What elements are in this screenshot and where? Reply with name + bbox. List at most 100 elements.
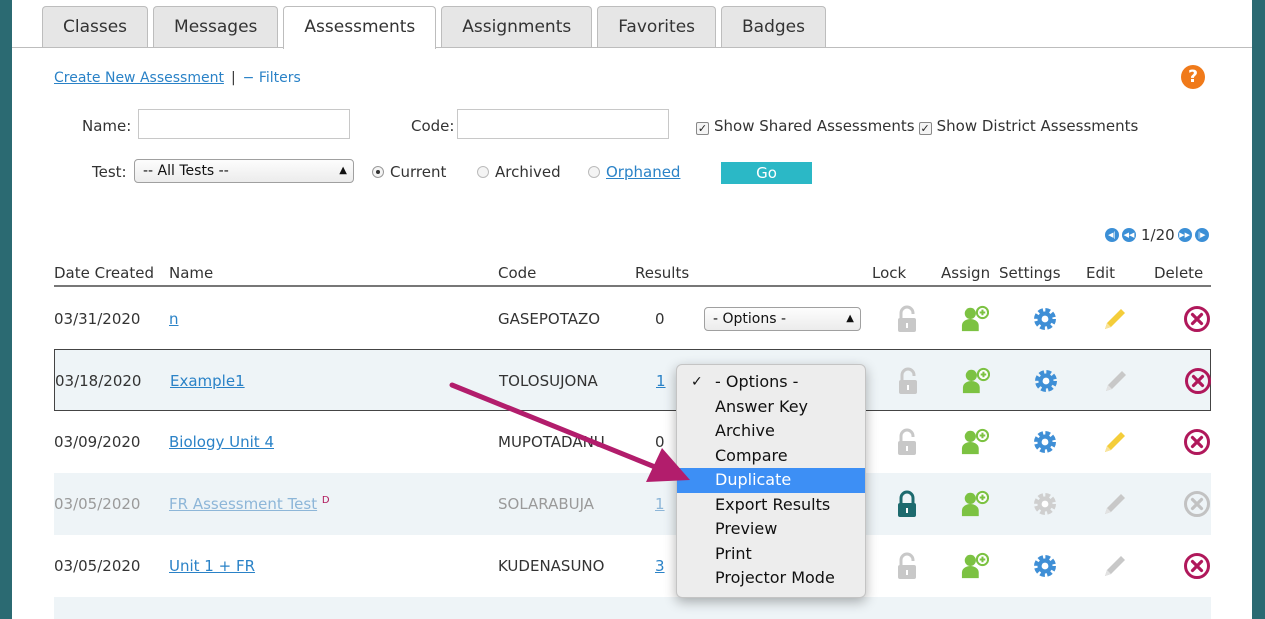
radio-archived-label: Archived <box>495 163 561 181</box>
row-date: 03/18/2020 <box>55 372 142 390</box>
prev-page-icon[interactable]: ◀◀ <box>1122 228 1136 242</box>
radio-orphaned[interactable] <box>588 166 600 178</box>
select-arrows-icon: ▲ <box>846 313 854 324</box>
assign-user-icon[interactable] <box>961 428 989 456</box>
test-label: Test: <box>92 163 127 181</box>
menu-item-export-results[interactable]: Export Results <box>677 493 865 518</box>
row-results-link[interactable]: 3 <box>655 557 665 575</box>
row-options-select[interactable]: - Options - ▲ <box>704 307 861 331</box>
settings-gear-icon[interactable] <box>1031 428 1059 456</box>
delete-icon[interactable] <box>1183 305 1211 333</box>
assign-user-icon[interactable] <box>961 552 989 580</box>
tab-classes[interactable]: Classes <box>42 6 149 48</box>
assessments-panel: Create New Assessment | − Filters ? Name: … <box>12 48 1252 619</box>
row-results-link[interactable]: 1 <box>656 372 666 390</box>
radio-orphaned-label[interactable]: Orphaned <box>606 163 680 181</box>
assign-user-icon[interactable] <box>961 490 989 518</box>
district-marker: D <box>321 495 330 506</box>
table-row: 03/18/2020 Example1 TOLOSUJONA 1 <box>54 349 1211 411</box>
row-results: 0 <box>655 433 665 451</box>
assign-user-icon[interactable] <box>961 305 989 333</box>
radio-archived-option[interactable]: Archived <box>477 163 561 181</box>
name-label: Name: <box>82 117 132 135</box>
menu-item-duplicate[interactable]: Duplicate <box>677 468 865 493</box>
show-shared-checkbox[interactable]: ✓ <box>696 122 709 135</box>
delete-icon[interactable] <box>1184 367 1212 395</box>
menu-item-answer-key[interactable]: Answer Key <box>677 395 865 420</box>
col-name[interactable]: Name <box>169 264 213 282</box>
code-input[interactable] <box>457 109 669 139</box>
menu-item-options[interactable]: ✓ - Options - <box>677 370 865 395</box>
assign-user-icon[interactable] <box>962 367 990 395</box>
checkmark-icon: ✓ <box>691 374 703 390</box>
edit-pencil-icon[interactable] <box>1101 428 1129 456</box>
col-results[interactable]: Results <box>635 264 689 282</box>
row-name-link[interactable]: Example1 <box>170 372 245 390</box>
row-code: TOLOSUJONA <box>499 372 598 390</box>
menu-item-preview[interactable]: Preview <box>677 517 865 542</box>
settings-gear-icon <box>1034 493 1056 515</box>
radio-current[interactable] <box>372 166 384 178</box>
settings-gear-icon[interactable] <box>1031 552 1059 580</box>
table-row <box>54 597 1211 619</box>
tab-assessments[interactable]: Assessments <box>283 6 437 49</box>
tab-favorites[interactable]: Favorites <box>597 6 717 48</box>
col-edit: Edit <box>1086 264 1116 282</box>
delete-icon[interactable] <box>1183 428 1211 456</box>
first-page-icon[interactable]: ◀| <box>1105 228 1119 242</box>
col-settings: Settings <box>999 264 1061 282</box>
page-indicator: 1/20 <box>1141 226 1175 244</box>
col-code[interactable]: Code <box>498 264 536 282</box>
row-results-link[interactable]: 1 <box>655 495 665 513</box>
menu-item-archive[interactable]: Archive <box>677 419 865 444</box>
tab-badges[interactable]: Badges <box>721 6 826 48</box>
tab-bar: Classes Messages Assessments Assignments… <box>42 6 831 49</box>
filters-toggle-link[interactable]: − Filters <box>243 70 301 86</box>
tab-messages[interactable]: Messages <box>153 6 279 48</box>
create-assessment-link[interactable]: Create New Assessment <box>54 70 224 86</box>
unlocked-icon[interactable] <box>893 552 921 580</box>
col-date-created[interactable]: Date Created <box>54 264 154 282</box>
show-shared-label: Show Shared Assessments <box>714 117 915 135</box>
unlocked-icon[interactable] <box>894 367 922 395</box>
radio-current-option[interactable]: Current <box>372 163 446 181</box>
pager: ◀| ◀◀ 1/20 ▶▶ |▶ <box>1105 226 1212 244</box>
edit-pencil-icon[interactable] <box>1101 305 1129 333</box>
name-input[interactable] <box>138 109 350 139</box>
settings-gear-icon[interactable] <box>1031 305 1059 333</box>
row-code: KUDENASUNO <box>498 557 605 575</box>
row-name-link[interactable]: n <box>169 310 179 328</box>
row-name-link[interactable]: Unit 1 + FR <box>169 557 255 575</box>
share-checkboxes: ✓ Show Shared Assessments ✓ Show District A… <box>696 117 1138 135</box>
help-icon[interactable]: ? <box>1181 65 1205 89</box>
menu-item-compare[interactable]: Compare <box>677 444 865 469</box>
next-page-icon[interactable]: ▶▶ <box>1177 228 1192 242</box>
table-row: 03/05/2020 Unit 1 + FR KUDENASUNO 3 <box>54 535 1211 597</box>
select-arrows-icon: ▲ <box>339 165 347 176</box>
menu-item-print[interactable]: Print <box>677 542 865 567</box>
row-name-link[interactable]: Biology Unit 4 <box>169 433 274 451</box>
go-button[interactable]: Go <box>721 162 812 184</box>
row-name-link[interactable]: FR Assessment Test <box>169 495 317 513</box>
row-date: 03/31/2020 <box>54 310 141 328</box>
locked-icon[interactable] <box>893 490 921 518</box>
row-code: SOLARABUJA <box>498 495 595 513</box>
app-frame: Classes Messages Assessments Assignments… <box>12 0 1252 619</box>
test-select[interactable]: -- All Tests -- ▲ <box>134 159 354 183</box>
radio-current-label: Current <box>390 163 447 181</box>
edit-pencil-icon[interactable] <box>1102 367 1130 395</box>
edit-pencil-icon[interactable] <box>1101 552 1129 580</box>
unlocked-icon[interactable] <box>893 305 921 333</box>
delete-icon[interactable] <box>1183 552 1211 580</box>
col-assign: Assign <box>941 264 991 282</box>
unlocked-icon[interactable] <box>893 428 921 456</box>
radio-orphaned-option[interactable]: Orphaned <box>588 163 680 181</box>
show-district-checkbox[interactable]: ✓ <box>918 122 932 135</box>
options-dropdown-menu: ✓ - Options - Answer Key Archive Compare … <box>676 364 866 598</box>
menu-item-projector-mode[interactable]: Projector Mode <box>677 566 865 591</box>
last-page-icon[interactable]: |▶ <box>1194 228 1209 242</box>
tab-assignments[interactable]: Assignments <box>441 6 593 48</box>
settings-gear-icon[interactable] <box>1032 367 1060 395</box>
show-district-label: Show District Assessments <box>936 117 1139 135</box>
radio-archived[interactable] <box>477 166 489 178</box>
